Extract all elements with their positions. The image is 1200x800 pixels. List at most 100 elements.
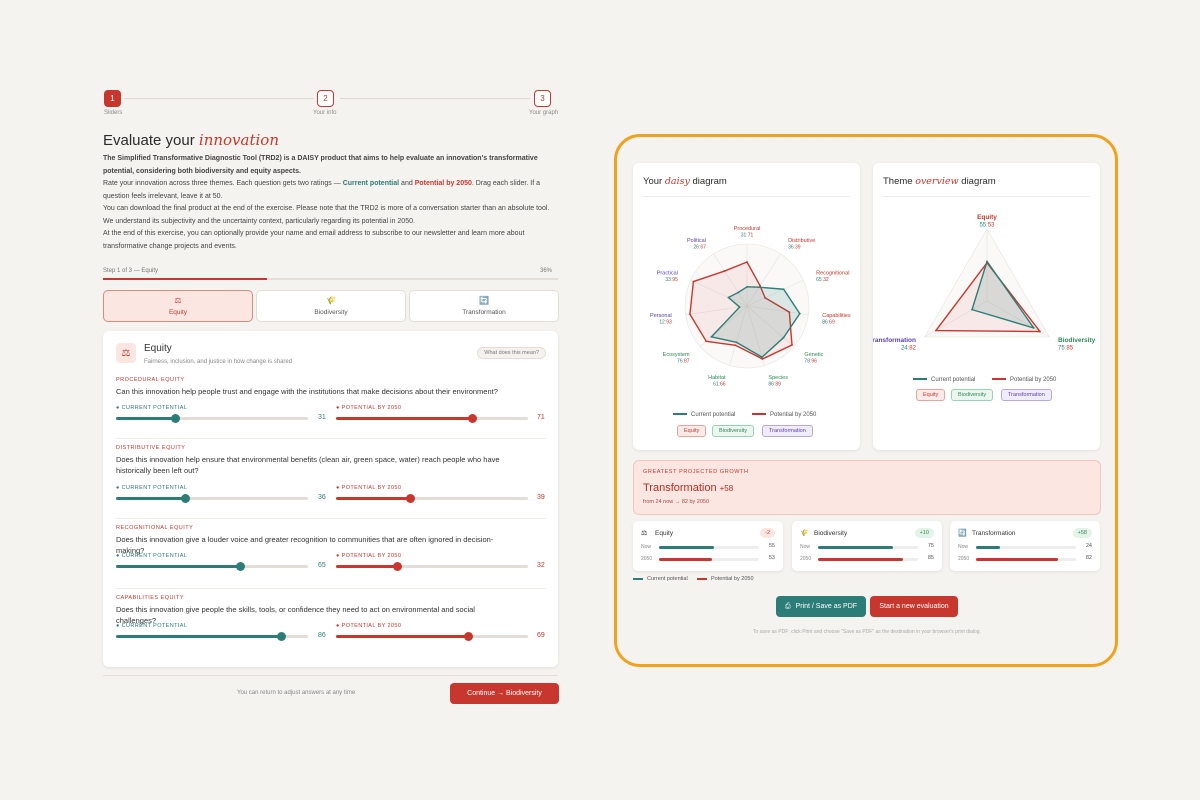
tab-biodiversity-label: Biodiversity <box>314 309 348 316</box>
axis-label-group: Biodiversity 75:85 <box>1058 337 1096 352</box>
mini-legend-potential-label: Potential by 2050 <box>711 576 754 582</box>
axis-label-group: Genetic78:96 <box>804 352 823 365</box>
step-1[interactable]: 1 Sliders <box>104 90 122 116</box>
daisy-legend-current-label: Current potential <box>691 412 736 418</box>
step-2-label: Your info <box>313 110 337 116</box>
point-current <box>798 312 801 315</box>
current-slider-handle[interactable] <box>276 632 286 641</box>
theme-name: Transformation <box>972 530 1016 537</box>
future-bar-fill <box>976 558 1058 561</box>
point-current <box>737 291 740 294</box>
intro-bold: The Simplified Transformative Diagnostic… <box>103 155 538 175</box>
potential-slider-handle[interactable] <box>406 494 416 503</box>
axis-label: Political <box>687 238 706 244</box>
potential-slider[interactable] <box>336 414 528 423</box>
theme-name: Biodiversity <box>814 530 848 537</box>
potential-slider-handle[interactable] <box>392 562 402 571</box>
overview-legend-current: Current potential <box>913 377 975 383</box>
future-label: 2050 <box>958 556 970 562</box>
current-slider-label-text: Current potential <box>121 485 188 491</box>
plant-icon: 🌾 <box>800 530 809 537</box>
continue-button[interactable]: Continue → Biodiversity <box>450 683 559 704</box>
axis-potential-value: 87 <box>684 358 690 364</box>
current-slider[interactable] <box>116 414 308 423</box>
daisy-title-accent: daisy <box>664 176 690 187</box>
potential-slider-fill <box>336 497 411 500</box>
current-slider-label-text: Current potential <box>121 405 188 411</box>
overview-title-prefix: Theme <box>883 176 913 187</box>
daisy-title-suffix: diagram <box>692 176 727 187</box>
axis-potential-value: 69 <box>829 319 835 325</box>
overview-title-suffix: diagram <box>961 176 996 187</box>
axis-values: 26:67 <box>693 245 706 251</box>
scales-icon: ⚖ <box>174 296 182 305</box>
potential-slider[interactable] <box>336 632 528 641</box>
point-current <box>782 288 785 291</box>
cycle-icon: 🔄 <box>479 296 489 305</box>
axis-label-group: Transformation 24:82 <box>873 337 917 352</box>
axis-potential-value: 96 <box>811 358 817 364</box>
current-slider[interactable] <box>116 562 308 571</box>
help-button[interactable]: What does this mean? <box>477 347 546 359</box>
intro-and: and <box>401 180 413 187</box>
mini-legend-potential: Potential by 2050 <box>697 576 754 582</box>
potential-slider[interactable] <box>336 494 528 503</box>
tab-biodiversity[interactable]: 🌾 Biodiversity <box>256 290 406 322</box>
point-potential <box>689 313 691 316</box>
footer-note: You can return to adjust answers at any … <box>237 690 356 696</box>
mini-legend-current-label: Current potential <box>647 576 688 582</box>
current-slider-fill <box>116 417 176 420</box>
axis-label-group: Procedural31:71 <box>734 226 761 239</box>
tab-equity-label: Equity <box>168 309 188 316</box>
growth-detail: from 24 now → 82 by 2050 <box>643 499 710 505</box>
point-potential <box>734 344 737 347</box>
overview-legend-current-label: Current potential <box>931 377 976 383</box>
current-slider[interactable] <box>116 494 308 503</box>
delta-badge: +10 <box>914 528 934 538</box>
potential-slider[interactable] <box>336 562 528 571</box>
overview-card: Theme overview diagram Equity 55:53 Biodiv… <box>873 163 1100 450</box>
step-1-number: 1 <box>104 90 121 107</box>
stepper-line-2 <box>340 98 530 99</box>
axis-potential-value: 71 <box>748 233 754 239</box>
axis-values: 65:32 <box>816 277 829 283</box>
now-bar <box>659 546 759 549</box>
current-value: 65 <box>318 562 326 569</box>
tab-equity[interactable]: ⚖ Equity <box>103 290 253 322</box>
axis-label-group: Species86:89 <box>768 375 788 388</box>
overview-legend-potential-label: Potential by 2050 <box>1010 377 1057 383</box>
question-divider <box>116 438 546 439</box>
potential-slider-fill <box>336 565 398 568</box>
now-bar-fill <box>976 546 1000 549</box>
point-current <box>758 286 760 289</box>
axis-label: Equity <box>977 214 997 221</box>
axis-label-group: Equity 55:53 <box>977 214 997 229</box>
daisy-card: Your daisy diagram Procedural 31:71 Distri… <box>633 163 860 450</box>
current-slider[interactable] <box>116 632 308 641</box>
potential-slider-handle[interactable] <box>463 632 473 641</box>
current-slider-handle[interactable] <box>171 414 181 423</box>
now-value: 24 <box>1085 543 1092 549</box>
potential-slider-label: ● Potential by 2050 <box>336 405 402 411</box>
point-potential <box>759 284 761 287</box>
daisy-legend-potential: Potential by 2050 <box>752 412 816 418</box>
future-value: 53 <box>768 555 775 561</box>
theme-name: Equity <box>655 530 674 537</box>
growth-banner: Greatest projected growth Transformation… <box>633 460 1101 515</box>
potential-value: 69 <box>537 632 545 639</box>
potential-slider-handle[interactable] <box>467 414 477 423</box>
current-slider-handle[interactable] <box>236 562 246 571</box>
axis-potential-value: 82 <box>909 346 916 352</box>
current-slider-handle[interactable] <box>180 494 190 503</box>
restart-button[interactable]: Start a new evaluation <box>870 596 958 617</box>
tab-transformation[interactable]: 🔄 Transformation <box>409 290 559 322</box>
axis-potential-value: 32 <box>823 277 829 283</box>
footer-divider <box>103 675 558 676</box>
axis-potential-value: 89 <box>775 381 781 387</box>
step-3[interactable]: 3 Your graph <box>529 90 558 116</box>
daisy-chip-transformation: Transformation <box>762 425 813 437</box>
page-title: Evaluate your innovation <box>103 131 279 149</box>
print-button[interactable]: ⎙ Print / Save as PDF <box>776 596 866 617</box>
delta-badge: -2 <box>760 528 775 538</box>
step-2[interactable]: 2 Your info <box>313 90 336 116</box>
